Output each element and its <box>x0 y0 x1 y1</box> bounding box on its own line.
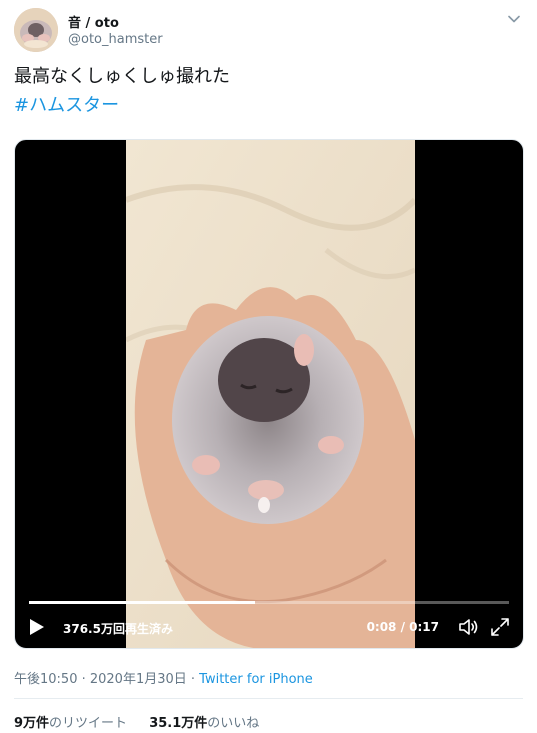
view-count: 376.5万回再生済み <box>63 622 173 636</box>
timestamp[interactable]: 午後10:50 · 2020年1月30日 · <box>14 672 195 687</box>
likes-stat[interactable]: 35.1万件のいいね <box>149 716 259 731</box>
tweet-text: 最高なくしゅくしゅ撮れた <box>14 66 230 87</box>
source-link[interactable]: Twitter for iPhone <box>199 672 313 687</box>
user-handle[interactable]: @oto_hamster <box>68 32 163 47</box>
video-frame <box>126 140 415 648</box>
fullscreen-icon[interactable] <box>489 616 511 638</box>
hashtag-link[interactable]: #ハムスター <box>14 91 119 117</box>
tweet-header: 音 / oto @oto_hamster <box>14 8 523 54</box>
likes-count: 35.1万件 <box>149 716 208 731</box>
retweets-label: のリツイート <box>49 716 128 731</box>
video-progress-bar[interactable] <box>29 601 509 604</box>
likes-label: のいいね <box>207 716 260 731</box>
video-player[interactable]: 376.5万回再生済み 0:08 / 0:17 <box>14 139 524 649</box>
avatar[interactable] <box>14 8 58 52</box>
video-progress-fill <box>29 601 255 604</box>
tweet-stats: 9万件のリツイート 35.1万件のいいね <box>14 712 277 731</box>
volume-icon[interactable] <box>457 616 479 638</box>
hamster-avatar-image <box>14 8 58 52</box>
video-controls: 376.5万回再生済み 0:08 / 0:17 <box>15 608 523 648</box>
video-time: 0:08 / 0:17 <box>366 620 439 634</box>
tweet-meta: 午後10:50 · 2020年1月30日 · Twitter for iPhon… <box>14 668 313 687</box>
play-icon[interactable] <box>29 618 45 636</box>
retweets-stat[interactable]: 9万件のリツイート <box>14 716 127 731</box>
display-name[interactable]: 音 / oto <box>68 12 119 31</box>
hamster-video-image <box>126 140 415 648</box>
chevron-down-icon[interactable] <box>507 12 521 26</box>
divider <box>14 698 523 699</box>
retweets-count: 9万件 <box>14 716 50 731</box>
